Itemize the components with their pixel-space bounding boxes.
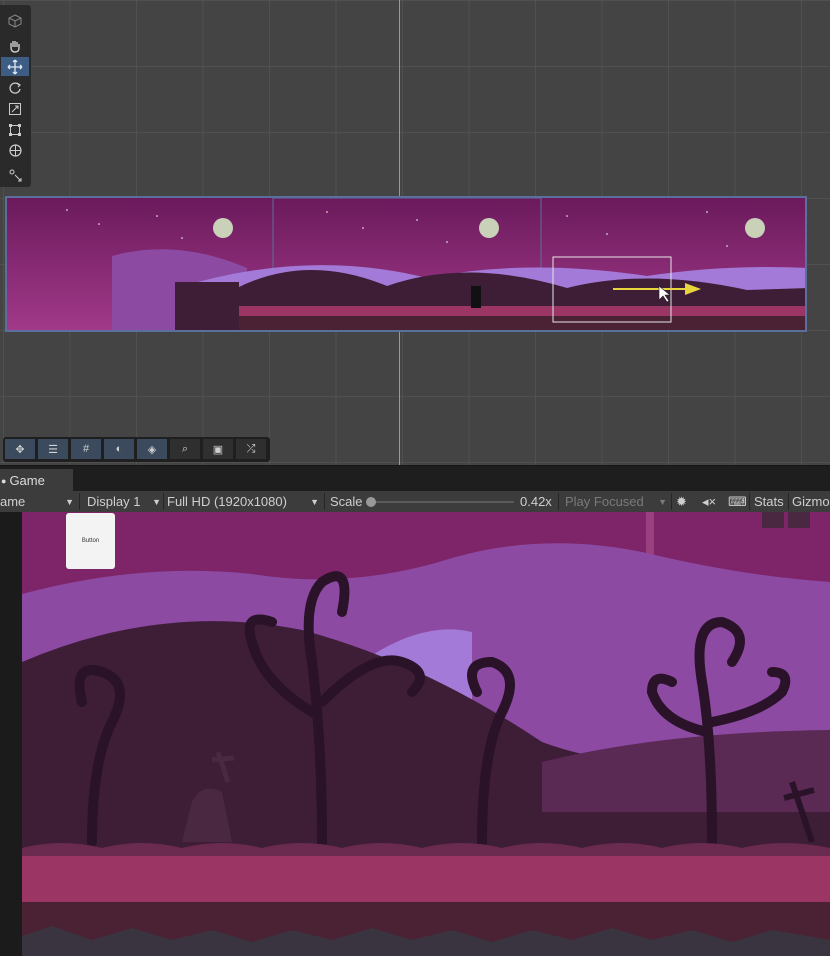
chevron-down-icon: ▼ — [152, 496, 161, 507]
scene-tools-panel — [0, 5, 31, 187]
ui-button-label: Button — [81, 538, 100, 544]
divider — [324, 493, 325, 510]
game-view-margin — [0, 512, 22, 956]
sliders-icon[interactable]: ☰ — [38, 439, 68, 459]
scene-view[interactable]: ✥ ☰ # ◐ ◈ ⌕ ▣ ⤮ — [0, 0, 830, 465]
bug-icon[interactable]: ✹ — [676, 493, 687, 510]
game-view-dropdown[interactable]: ame ▼ — [0, 493, 74, 510]
chevron-down-icon: ▼ — [65, 496, 74, 507]
scale-label: Scale — [330, 494, 363, 509]
game-tab-bar: ● Game — [0, 465, 830, 492]
divider — [79, 493, 80, 510]
play-mode-label: Play Focused — [565, 494, 644, 509]
scale-slider[interactable] — [366, 493, 516, 510]
chevron-down-icon: ▼ — [658, 496, 667, 507]
tab-game[interactable]: ● Game — [0, 469, 73, 492]
camera-icon[interactable]: ▣ — [203, 439, 233, 459]
gizmos-button[interactable]: Gizmo — [792, 493, 830, 510]
scale-value: 0.42x — [520, 494, 552, 509]
game-toolbar: ame ▼ Display 1 ▼ Full HD (1920x1080) ▼ … — [0, 491, 830, 513]
grid-icon[interactable]: # — [71, 439, 101, 459]
shading-icon[interactable]: ◐ — [104, 439, 134, 459]
transform-tool-icon[interactable] — [1, 141, 29, 160]
move-tool-icon[interactable] — [1, 57, 29, 76]
game-view[interactable]: Button — [22, 512, 830, 956]
scale-slider-thumb[interactable] — [366, 496, 376, 507]
divider — [558, 493, 559, 510]
hand-tool-icon[interactable] — [1, 36, 29, 55]
gamepad-icon: ● — [1, 475, 7, 486]
level-preview[interactable] — [5, 196, 807, 332]
stats-button[interactable]: Stats — [754, 493, 784, 510]
game-view-dropdown-label: ame — [0, 494, 26, 509]
resolution-dropdown[interactable]: Full HD (1920x1080) ▼ — [167, 493, 319, 510]
move-overlay-icon[interactable]: ✥ — [5, 439, 35, 459]
divider — [749, 493, 750, 510]
scene-overlay-toolbar: ✥ ☰ # ◐ ◈ ⌕ ▣ ⤮ — [3, 437, 270, 462]
resolution-label: Full HD (1920x1080) — [167, 494, 287, 509]
divider — [671, 493, 672, 510]
view-cube-icon[interactable] — [1, 11, 29, 30]
rotate-tool-icon[interactable] — [1, 78, 29, 97]
shuffle-icon[interactable]: ⤮ — [236, 439, 266, 459]
display-label: Display 1 — [87, 494, 141, 509]
layers-icon[interactable]: ◈ — [137, 439, 167, 459]
keyboard-icon[interactable]: ⌨ — [728, 493, 747, 510]
ui-button[interactable]: Button — [66, 513, 115, 569]
divider — [788, 493, 789, 510]
chevron-down-icon: ▼ — [310, 496, 319, 507]
scale-tool-icon[interactable] — [1, 99, 29, 118]
mute-audio-icon[interactable]: ◂× — [702, 493, 716, 510]
rect-tool-icon[interactable] — [1, 120, 29, 139]
custom-tool-icon[interactable] — [1, 165, 29, 184]
divider — [163, 493, 164, 510]
display-dropdown[interactable]: Display 1 ▼ — [87, 493, 161, 510]
play-mode-dropdown[interactable]: Play Focused ▼ — [565, 493, 667, 510]
search-icon[interactable]: ⌕ — [170, 439, 200, 459]
tab-game-label: Game — [9, 473, 45, 488]
